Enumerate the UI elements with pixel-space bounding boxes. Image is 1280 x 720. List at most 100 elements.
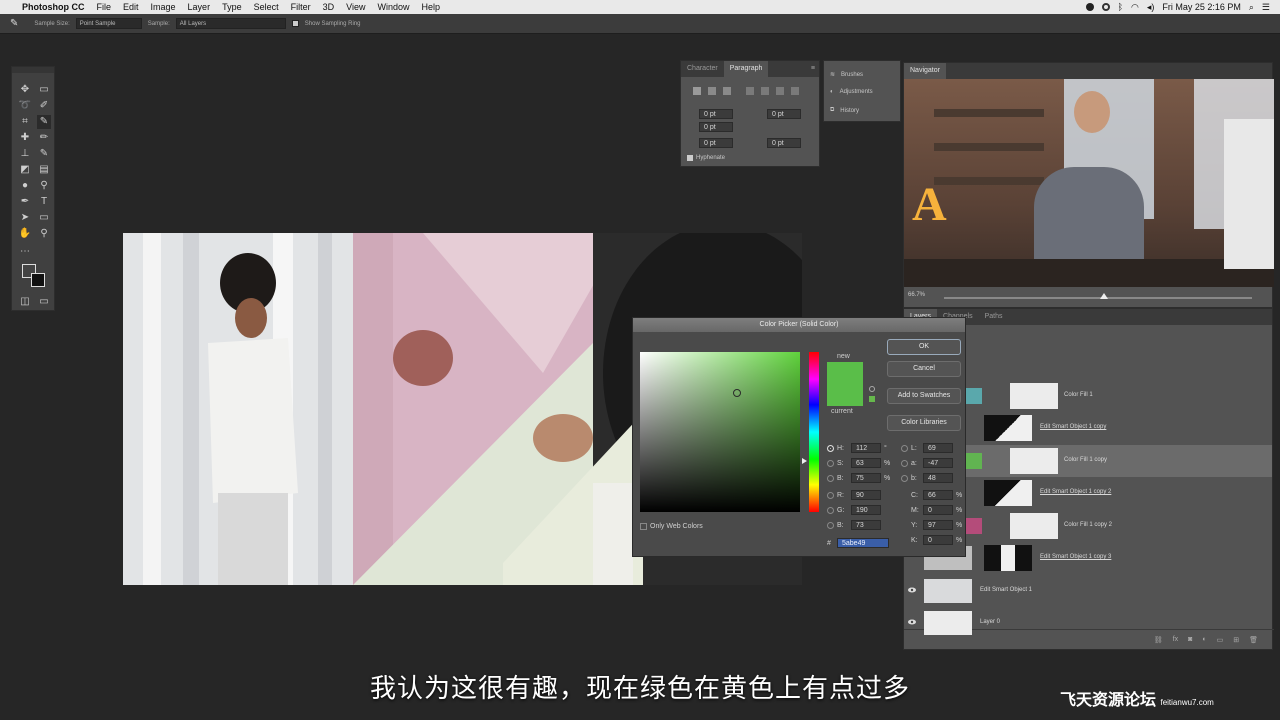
- history-panel-button[interactable]: ⧉ History: [830, 107, 859, 114]
- justify-last-left-icon[interactable]: [746, 87, 754, 95]
- cyan-field[interactable]: 66: [923, 490, 953, 500]
- hand-tool-icon[interactable]: ✋: [18, 227, 32, 241]
- tab-navigator[interactable]: Navigator: [904, 63, 946, 79]
- layer-name[interactable]: Layer 0: [980, 619, 1000, 625]
- healing-tool-icon[interactable]: ✚: [18, 131, 32, 145]
- ok-button[interactable]: OK: [887, 339, 961, 355]
- radio-h[interactable]: [827, 444, 834, 452]
- indent-right-field[interactable]: 0 pt: [767, 109, 801, 119]
- color-field[interactable]: [640, 352, 800, 512]
- layer-name[interactable]: Color Fill 1 copy 2: [1064, 522, 1112, 528]
- notification-icon[interactable]: ☰: [1262, 2, 1270, 13]
- marquee-tool-icon[interactable]: ▭: [37, 83, 51, 97]
- menu-3d[interactable]: 3D: [317, 0, 341, 14]
- current-color-swatch[interactable]: [827, 384, 863, 406]
- screen-mode-icon[interactable]: ▭: [37, 295, 51, 309]
- radio-b[interactable]: [827, 474, 834, 482]
- color-field-marker[interactable]: [733, 389, 741, 397]
- menu-image[interactable]: Image: [145, 0, 182, 14]
- bluetooth-icon[interactable]: ᛒ: [1118, 2, 1123, 12]
- menu-help[interactable]: Help: [415, 0, 446, 14]
- layer-name[interactable]: Color Fill 1 copy: [1064, 457, 1107, 463]
- layer-row[interactable]: Layer 0: [904, 607, 1272, 639]
- lab-a-field[interactable]: -47: [923, 458, 953, 468]
- path-select-icon[interactable]: ➤: [18, 211, 32, 225]
- justify-last-center-icon[interactable]: [761, 87, 769, 95]
- layer-name[interactable]: Edit Smart Object 1 copy: [1040, 424, 1106, 430]
- saturation-field[interactable]: 63: [851, 458, 881, 468]
- menu-filter[interactable]: Filter: [285, 0, 317, 14]
- brightness-field[interactable]: 75: [851, 473, 881, 483]
- black-field[interactable]: 0: [923, 535, 953, 545]
- align-center-icon[interactable]: [708, 87, 716, 95]
- menu-edit[interactable]: Edit: [117, 0, 145, 14]
- visibility-eye-icon[interactable]: [908, 619, 916, 625]
- sample-size-select[interactable]: Point Sample: [75, 18, 142, 29]
- menu-layer[interactable]: Layer: [182, 0, 217, 14]
- quick-mask-icon[interactable]: ◫: [18, 295, 32, 309]
- clock[interactable]: Fri May 25 2:16 PM: [1162, 2, 1241, 12]
- layer-name[interactable]: Color Fill 1: [1064, 392, 1093, 398]
- radio-l[interactable]: [901, 444, 908, 452]
- hue-field[interactable]: 112: [851, 443, 881, 453]
- radio-s[interactable]: [827, 459, 834, 467]
- justify-all-icon[interactable]: [791, 87, 799, 95]
- hyphenate-checkbox[interactable]: [687, 155, 693, 161]
- justify-last-right-icon[interactable]: [776, 87, 784, 95]
- radio-lab-b[interactable]: [901, 474, 908, 482]
- radio-r[interactable]: [827, 491, 834, 499]
- menu-view[interactable]: View: [340, 0, 371, 14]
- panel-menu-icon[interactable]: ≡: [811, 61, 819, 77]
- type-tool-icon[interactable]: T: [37, 195, 51, 209]
- show-ring-checkbox[interactable]: [291, 20, 299, 27]
- blur-tool-icon[interactable]: ●: [18, 179, 32, 193]
- sample-select[interactable]: All Layers: [175, 18, 286, 29]
- more-tools-icon[interactable]: ⋯: [18, 245, 32, 259]
- status-dot-icon[interactable]: [1085, 3, 1094, 11]
- indent-left-field[interactable]: 0 pt: [699, 109, 733, 119]
- zoom-tool-icon[interactable]: ⚲: [37, 227, 51, 241]
- history-brush-icon[interactable]: ✎: [37, 147, 51, 161]
- layer-name[interactable]: Edit Smart Object 1 copy 3: [1040, 554, 1111, 560]
- navigator-zoom[interactable]: 66.7%: [908, 292, 925, 298]
- eraser-tool-icon[interactable]: ◩: [18, 163, 32, 177]
- gradient-tool-icon[interactable]: ▤: [37, 163, 51, 177]
- red-field[interactable]: 90: [851, 490, 881, 500]
- hue-slider-arrow[interactable]: [802, 458, 807, 464]
- eyedropper-tool-icon[interactable]: ✎: [37, 115, 51, 129]
- radio-blue[interactable]: [827, 521, 834, 529]
- align-left-icon[interactable]: [693, 87, 701, 95]
- volume-icon[interactable]: ◂): [1147, 2, 1155, 13]
- web-safe-swatch-icon[interactable]: [869, 396, 875, 402]
- radio-g[interactable]: [827, 506, 834, 514]
- layer-name[interactable]: Edit Smart Object 1: [980, 587, 1032, 593]
- lab-b-field[interactable]: 48: [923, 473, 953, 483]
- background-color-swatch[interactable]: [31, 273, 45, 287]
- lasso-tool-icon[interactable]: ➰: [18, 99, 32, 113]
- brushes-panel-button[interactable]: ≋ Brushes: [830, 71, 863, 79]
- eyedropper-tool-icon[interactable]: ✎: [10, 18, 18, 29]
- blue-field[interactable]: 73: [851, 520, 881, 530]
- menu-window[interactable]: Window: [371, 0, 415, 14]
- magenta-field[interactable]: 0: [923, 505, 953, 515]
- zoom-slider-handle[interactable]: [1100, 293, 1108, 299]
- radio-a[interactable]: [901, 459, 908, 467]
- tab-paragraph[interactable]: Paragraph: [723, 61, 769, 77]
- tab-character[interactable]: Character: [681, 61, 724, 77]
- space-before-field[interactable]: 0 pt: [699, 138, 733, 148]
- menu-select[interactable]: Select: [248, 0, 285, 14]
- menu-type[interactable]: Type: [216, 0, 248, 14]
- stamp-tool-icon[interactable]: ⊥: [18, 147, 32, 161]
- space-after-field[interactable]: 0 pt: [767, 138, 801, 148]
- yellow-field[interactable]: 97: [923, 520, 953, 530]
- brush-tool-icon[interactable]: ✏: [37, 131, 51, 145]
- app-name[interactable]: Photoshop CC: [16, 0, 91, 14]
- only-web-colors-checkbox[interactable]: [640, 522, 647, 530]
- green-field[interactable]: 190: [851, 505, 881, 515]
- dodge-tool-icon[interactable]: ⚲: [37, 179, 51, 193]
- indent-first-line-field[interactable]: 0 pt: [699, 122, 733, 132]
- shape-tool-icon[interactable]: ▭: [37, 211, 51, 225]
- align-right-icon[interactable]: [723, 87, 731, 95]
- menu-file[interactable]: File: [91, 0, 118, 14]
- hex-field[interactable]: 5abe49: [837, 538, 889, 548]
